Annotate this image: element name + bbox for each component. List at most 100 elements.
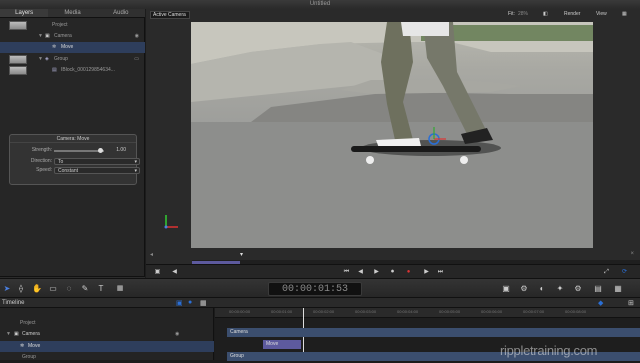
layer-row-camera[interactable]: ▼ ▣ Camera ◉ xyxy=(0,31,145,42)
layer-row-clip[interactable]: ▤ IBlock_000129854634... xyxy=(0,65,145,76)
ruler-tick: 00:00:06:00 xyxy=(481,309,503,314)
layer-row-project[interactable]: Project xyxy=(0,20,145,31)
speed-popup[interactable]: Constant xyxy=(54,167,140,174)
strength-slider[interactable] xyxy=(54,150,104,152)
mask-tool-icon[interactable]: ◌ xyxy=(64,284,74,294)
step-forward-icon[interactable]: ▶ xyxy=(422,268,431,276)
fit-value[interactable]: 28% xyxy=(518,11,528,18)
row-label: Move xyxy=(28,343,41,349)
playhead-icon[interactable]: ▾ xyxy=(240,251,243,258)
play-icon[interactable]: ▶ xyxy=(372,268,381,276)
camera-icon: ▣ xyxy=(14,331,19,337)
pan-tool-icon[interactable]: ✋ xyxy=(32,284,42,294)
tab-layers[interactable]: Layers xyxy=(0,9,49,17)
chevron-left-icon[interactable]: ◂ xyxy=(150,251,153,258)
show-keyframes-icon[interactable]: ▦ xyxy=(200,299,207,307)
select-tool-icon[interactable]: ➤ xyxy=(2,284,12,294)
speed-label: Speed: xyxy=(36,167,52,173)
timecode-display[interactable]: 00:00:01:53 xyxy=(268,282,362,296)
row-label: Group xyxy=(22,354,36,360)
timeline-header: Timeline ▣ ● ▦ ◆ ⊞ xyxy=(0,298,640,308)
ruler-tick: 00:00:02:00 xyxy=(313,309,335,314)
group-icon: ◈ xyxy=(45,56,49,62)
timeline-row-camera[interactable]: ▼ ▣ Camera ◉ xyxy=(0,329,214,340)
tab-media[interactable]: Media xyxy=(48,9,96,17)
toggle-timing-icon[interactable]: ▣ xyxy=(153,268,162,276)
add-behavior-icon[interactable]: ⚙ xyxy=(518,284,530,294)
show-audio-icon[interactable]: ● xyxy=(188,299,192,306)
watermark: rippletraining.com xyxy=(500,343,598,358)
color-channel-icon[interactable]: ◧ xyxy=(543,11,548,18)
hud-title: Camera: Move xyxy=(10,135,136,143)
row-label: Project xyxy=(20,320,36,326)
timeline-row-project[interactable]: Project xyxy=(0,318,214,329)
add-object-icon[interactable]: ▣ xyxy=(500,284,512,294)
make-particles-icon[interactable]: ✦ xyxy=(554,284,566,294)
video-frame[interactable] xyxy=(191,22,593,248)
panel-tabs: Layers Media Audio xyxy=(0,9,145,18)
camera-track-bar[interactable]: Camera xyxy=(227,328,640,337)
snap-icon[interactable]: ◆ xyxy=(598,299,603,307)
row-label: Camera xyxy=(22,331,40,337)
add-filter-icon[interactable]: ◐ xyxy=(536,284,548,294)
direction-label: Direction: xyxy=(30,158,52,164)
lock-icon[interactable]: ▭ xyxy=(134,54,139,65)
go-to-end-icon[interactable]: ⏭ xyxy=(436,268,445,276)
timeline-ruler[interactable]: 00:00:00:00 00:00:01:00 00:00:02:00 00:0… xyxy=(215,308,640,318)
disclosure-triangle-icon[interactable]: ▼ xyxy=(6,329,11,340)
paint-tool-icon[interactable]: ▦ xyxy=(114,284,126,294)
lock-icon[interactable]: ◉ xyxy=(175,329,179,340)
behavior-gear-icon: ✲ xyxy=(20,343,25,349)
strength-slider-knob[interactable] xyxy=(98,148,103,153)
group-thumbnail xyxy=(9,55,27,64)
go-to-start-icon[interactable]: ⏮ xyxy=(342,268,351,276)
direction-popup[interactable]: To xyxy=(54,158,140,165)
timeline-row-move[interactable]: ✲ Move xyxy=(0,341,214,352)
play-range-icon[interactable]: ◀ xyxy=(170,268,179,276)
layout-icon[interactable]: ▦ xyxy=(612,284,624,294)
layer-label: Group xyxy=(54,56,68,62)
timeline-layer-list: Project ▼ ▣ Camera ◉ ✲ Move Group xyxy=(0,308,214,360)
transform-tool-icon[interactable]: ⟠ xyxy=(16,284,26,294)
timeline-row-group[interactable]: Group xyxy=(0,352,214,363)
view-layout-icon[interactable]: ▦ xyxy=(622,11,627,18)
shape-tool-icon[interactable]: ▭ xyxy=(48,284,58,294)
lock-icon[interactable]: ◉ xyxy=(135,31,139,42)
close-icon[interactable]: × xyxy=(630,251,634,257)
camera-menu[interactable]: Active Camera xyxy=(150,11,190,19)
main-toolbar: ➤ ⟠ ✋ ▭ ◌ ✎ T ▦ 00:00:01:53 ▣ ⚙ ◐ ✦ ⚙ ▤ … xyxy=(0,278,640,298)
step-back-icon[interactable]: ◀ xyxy=(356,268,365,276)
ruler-tick: 00:00:05:00 xyxy=(439,309,461,314)
render-menu[interactable]: Render xyxy=(564,11,580,18)
tab-audio[interactable]: Audio xyxy=(97,9,145,17)
text-tool-icon[interactable]: T xyxy=(96,284,106,294)
disclosure-triangle-icon[interactable]: ▼ xyxy=(38,31,43,42)
strength-value[interactable]: 1.00 xyxy=(116,146,126,155)
loop-icon[interactable]: ⟳ xyxy=(620,268,629,276)
disclosure-triangle-icon[interactable]: ▼ xyxy=(38,54,43,65)
ruler-tick: 00:00:04:00 xyxy=(397,309,419,314)
show-video-icon[interactable]: ▣ xyxy=(176,299,183,307)
axis-gizmo-icon xyxy=(164,215,178,229)
zoom-icon[interactable]: ⊞ xyxy=(628,299,634,307)
fit-label: Fit: xyxy=(508,11,515,17)
record-options-icon[interactable]: ● xyxy=(404,268,413,276)
mini-timeline-ruler: ◂ × ▾ xyxy=(148,251,638,259)
record-icon[interactable]: ⏺ xyxy=(388,268,397,276)
hud-panel[interactable]: Camera: Move Strength: 1.00 Direction: T… xyxy=(9,134,140,185)
view-menu[interactable]: View xyxy=(596,11,607,18)
layer-row-move[interactable]: ✲ Move xyxy=(0,42,145,53)
layer-label: Move xyxy=(61,44,74,50)
move-behavior-bar[interactable]: Move xyxy=(263,340,301,349)
layer-row-group[interactable]: ▼ ◈ Group ▭ xyxy=(0,54,145,65)
pen-tool-icon[interactable]: ✎ xyxy=(80,284,90,294)
watermark-text: rippletraining.com xyxy=(500,343,598,358)
ruler-tick: 00:00:03:00 xyxy=(355,309,377,314)
layer-label: Project xyxy=(52,22,68,28)
settings-icon[interactable]: ⚙ xyxy=(572,284,584,294)
fullscreen-icon[interactable]: ⤢ xyxy=(602,268,611,276)
share-icon[interactable]: ▤ xyxy=(592,284,604,294)
layer-label: IBlock_000129854634... xyxy=(61,67,115,73)
timeline-title: Timeline xyxy=(2,300,25,306)
layers-panel: Layers Media Audio Project ▼ ▣ Camera ◉ … xyxy=(0,9,145,287)
